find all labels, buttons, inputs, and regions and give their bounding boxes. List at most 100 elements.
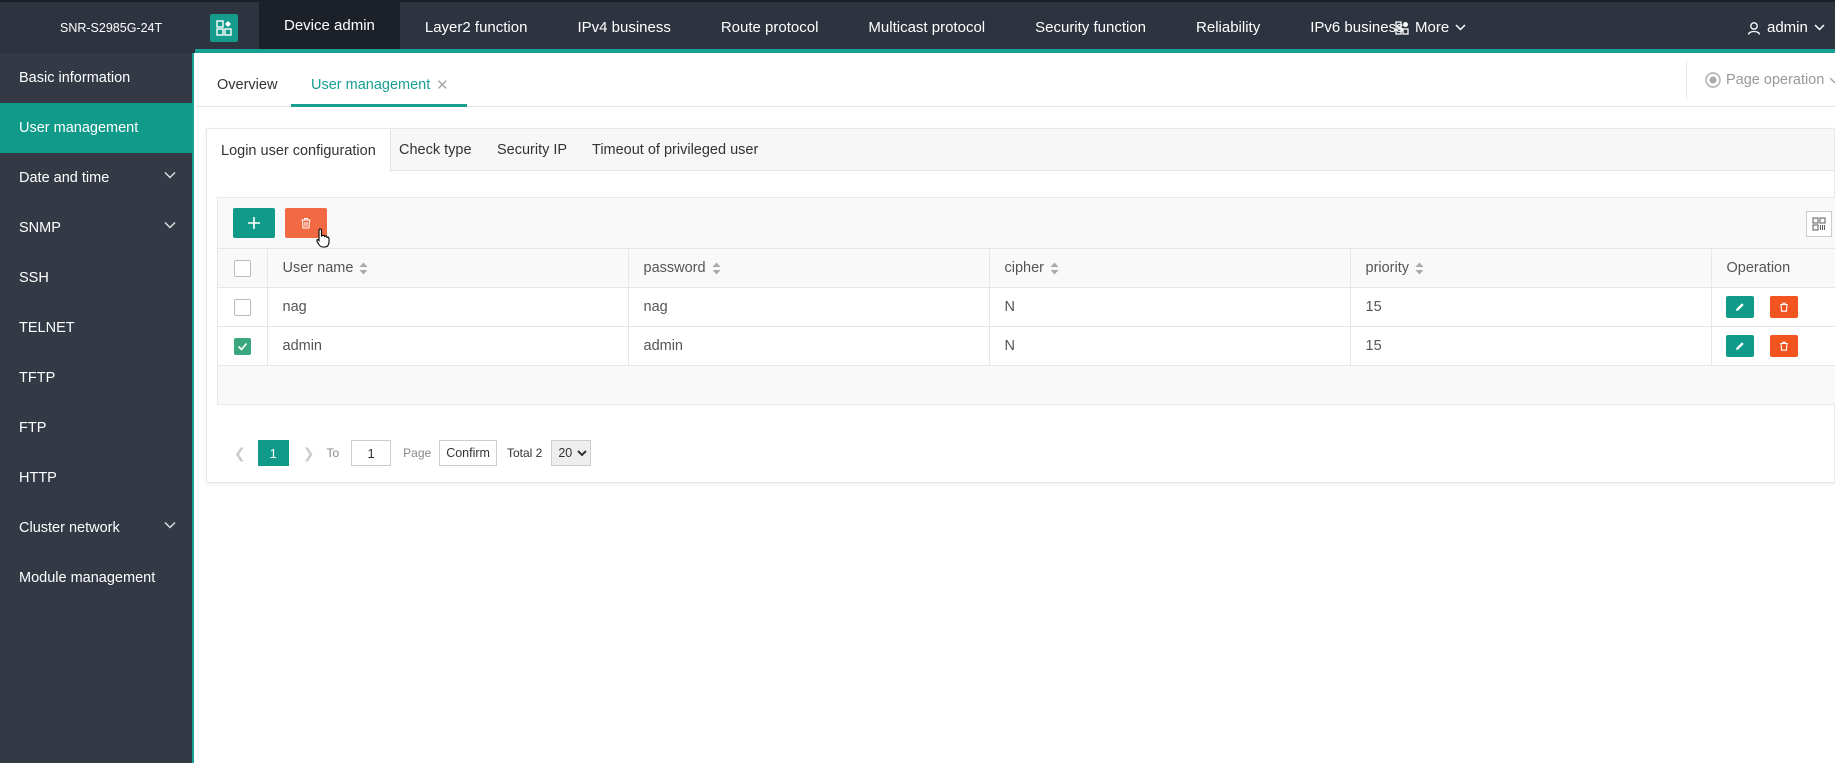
page-operation-menu[interactable]: Page operation (1686, 61, 1835, 99)
cell-operation (1711, 326, 1835, 366)
goto-page-input[interactable] (351, 440, 392, 466)
subtab-login-user-configuration[interactable]: Login user configuration (207, 129, 391, 172)
edit-row-button[interactable] (1725, 296, 1754, 318)
sidebar-item-label: Date and time (19, 170, 110, 186)
subtab-check-type[interactable]: Check type (399, 129, 472, 171)
prev-page-icon[interactable]: ❮ (234, 445, 246, 462)
tab-user-management[interactable]: User management (311, 77, 430, 93)
sidebar-item-label: Basic information (19, 70, 131, 86)
column-settings-icon[interactable] (1806, 211, 1832, 237)
mouse-pointer-icon (316, 228, 330, 248)
sidebar-item-label: HTTP (19, 470, 57, 486)
pencil-icon (1735, 342, 1744, 350)
confirm-page-button[interactable]: Confirm (439, 440, 497, 466)
trash-icon (301, 218, 311, 229)
nav-security-function[interactable]: Security function (1010, 2, 1171, 53)
close-icon[interactable]: ✕ (436, 76, 449, 94)
select-all-checkbox[interactable] (233, 259, 251, 277)
user-table-container: User name password cipher priority Opera… (217, 197, 1835, 466)
main-nav: Device admin Layer2 function IPv4 busine… (259, 2, 1429, 53)
page-label: Page (403, 446, 432, 460)
main-content: Overview User management ✕ Page operatio… (196, 53, 1835, 763)
column-label: cipher (1004, 260, 1045, 276)
nav-more-menu[interactable]: More (1395, 2, 1466, 53)
chevron-down-icon (164, 521, 176, 529)
page-size-select[interactable]: 20 (551, 440, 592, 466)
add-user-button[interactable] (233, 208, 275, 238)
nav-ipv4-business[interactable]: IPv4 business (552, 2, 695, 53)
cell-password: admin (628, 326, 990, 366)
user-icon (1747, 21, 1761, 35)
select-all-cell (218, 248, 268, 288)
page-number-current[interactable]: 1 (257, 440, 289, 466)
cell-password: nag (628, 287, 990, 327)
row-select-cell (218, 287, 268, 327)
more-label: More (1415, 19, 1450, 36)
column-header-cipher[interactable]: cipher (989, 248, 1351, 288)
sidebar-item-http[interactable]: HTTP (0, 453, 192, 503)
sort-icon[interactable] (712, 262, 721, 275)
pencil-icon (1735, 303, 1744, 311)
sidebar-item-telnet[interactable]: TELNET (0, 303, 192, 353)
sort-icon[interactable] (1050, 262, 1059, 275)
pagination: ❮ 1 ❯ To Page Confirm Total 2 20 (228, 438, 592, 468)
sidebar-item-label: TELNET (19, 320, 75, 336)
chevron-down-icon (1455, 24, 1466, 31)
column-label: password (643, 260, 706, 276)
cell-user-name: admin (267, 326, 629, 366)
sidebar-item-date-and-time[interactable]: Date and time (0, 153, 192, 203)
active-tab-indicator (291, 104, 467, 107)
nav-layer2-function[interactable]: Layer2 function (400, 2, 553, 53)
subtab-security-ip[interactable]: Security IP (497, 129, 567, 171)
config-panel: Login user configuration Check type Secu… (206, 128, 1835, 483)
subtab-timeout-privileged-user[interactable]: Timeout of privileged user (592, 129, 758, 171)
sidebar-item-basic-information[interactable]: Basic information (0, 53, 192, 103)
chevron-down-icon (164, 221, 176, 229)
delete-row-button[interactable] (1769, 296, 1798, 318)
chevron-down-icon (1814, 24, 1825, 31)
row-checkbox[interactable] (233, 337, 251, 355)
delete-row-button[interactable] (1769, 335, 1798, 357)
sidebar-item-label: FTP (19, 420, 47, 436)
top-navbar: SNR-S2985G-24T Device admin Layer2 funct… (0, 0, 1835, 53)
user-table: User name password cipher priority Opera… (218, 248, 1835, 366)
cell-priority: 15 (1350, 326, 1712, 366)
column-header-priority[interactable]: priority (1350, 248, 1712, 288)
trash-icon (1779, 341, 1788, 351)
total-count: Total 2 (506, 446, 543, 460)
sidebar-item-tftp[interactable]: TFTP (0, 353, 192, 403)
sidebar-item-cluster-network[interactable]: Cluster network (0, 503, 192, 553)
sidebar-item-label: SSH (19, 270, 49, 286)
nav-device-admin[interactable]: Device admin (259, 2, 400, 53)
next-page-icon[interactable]: ❯ (303, 445, 315, 462)
column-header-password[interactable]: password (628, 248, 990, 288)
user-menu[interactable]: admin (1747, 2, 1825, 53)
sort-icon[interactable] (1415, 262, 1424, 275)
sidebar: Basic information User management Date a… (0, 53, 194, 763)
column-label: priority (1365, 260, 1410, 276)
chevron-down-icon (1829, 76, 1835, 84)
widgets-icon (1395, 20, 1409, 35)
sidebar-item-label: SNMP (19, 220, 61, 236)
sort-icon[interactable] (359, 262, 368, 275)
nav-route-protocol[interactable]: Route protocol (696, 2, 844, 53)
row-checkbox[interactable] (233, 298, 251, 316)
sidebar-item-label: Cluster network (19, 520, 120, 536)
page-tabs: Overview User management ✕ Page operatio… (196, 53, 1835, 107)
sidebar-item-snmp[interactable]: SNMP (0, 203, 192, 253)
nav-reliability[interactable]: Reliability (1171, 2, 1285, 53)
column-label: User name (282, 260, 354, 276)
tab-overview[interactable]: Overview (217, 77, 277, 93)
column-header-user-name[interactable]: User name (267, 248, 629, 288)
row-select-cell (218, 326, 268, 366)
nav-multicast-protocol[interactable]: Multicast protocol (843, 2, 1010, 53)
plus-icon (248, 217, 260, 229)
sidebar-item-ftp[interactable]: FTP (0, 403, 192, 453)
sidebar-item-user-management[interactable]: User management (0, 103, 192, 153)
edit-row-button[interactable] (1725, 335, 1754, 357)
cell-cipher: N (989, 326, 1351, 366)
sidebar-item-label: Module management (19, 570, 156, 586)
app-grid-icon[interactable] (210, 14, 238, 42)
sidebar-item-module-management[interactable]: Module management (0, 553, 192, 603)
sidebar-item-ssh[interactable]: SSH (0, 253, 192, 303)
